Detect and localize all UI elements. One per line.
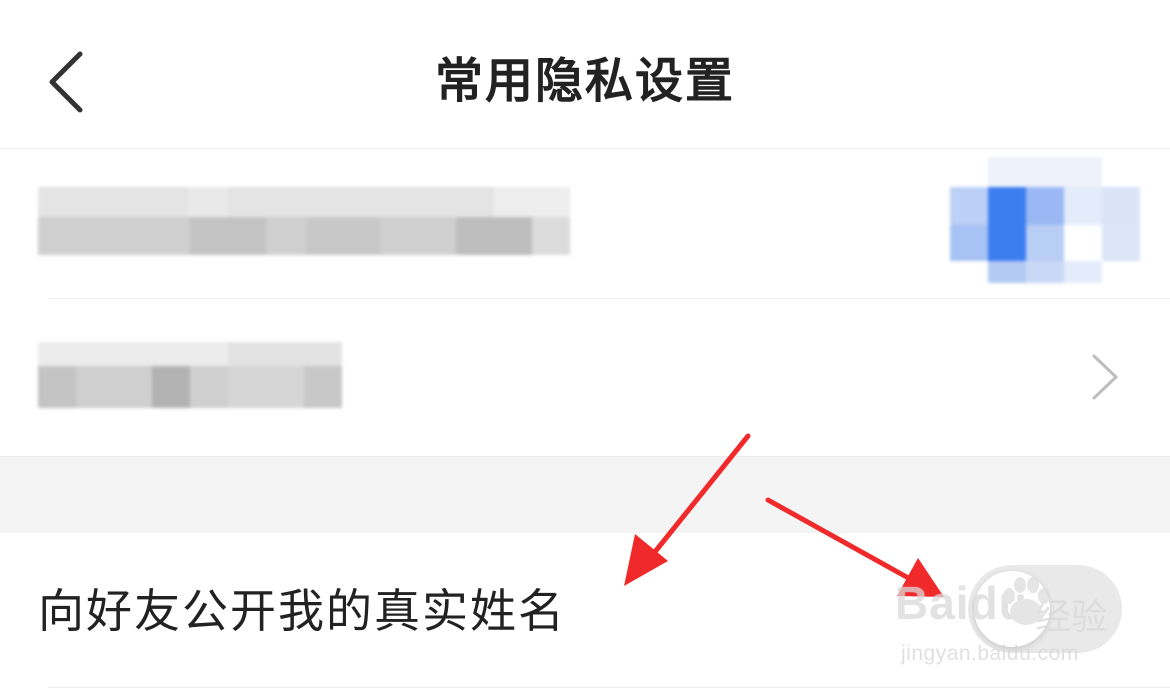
settings-row-show-real-name: 向好友公开我的真实姓名: [0, 533, 1170, 694]
section-gap: [0, 456, 1170, 534]
settings-row-redacted-2[interactable]: [0, 300, 1170, 455]
redacted-label: [38, 342, 342, 408]
page-title: 常用隐私设置: [434, 53, 735, 109]
row-divider: [48, 298, 1170, 299]
redacted-icon: [950, 157, 1140, 283]
settings-row-redacted-1[interactable]: [0, 149, 1170, 299]
show-real-name-toggle[interactable]: [968, 565, 1122, 653]
redacted-label: [38, 187, 570, 255]
chevron-right-icon[interactable]: [1090, 352, 1120, 402]
header: 常用隐私设置: [0, 0, 1170, 149]
row-divider: [48, 687, 1170, 688]
toggle-knob: [974, 571, 1050, 647]
show-real-name-label: 向好友公开我的真实姓名: [38, 584, 566, 638]
